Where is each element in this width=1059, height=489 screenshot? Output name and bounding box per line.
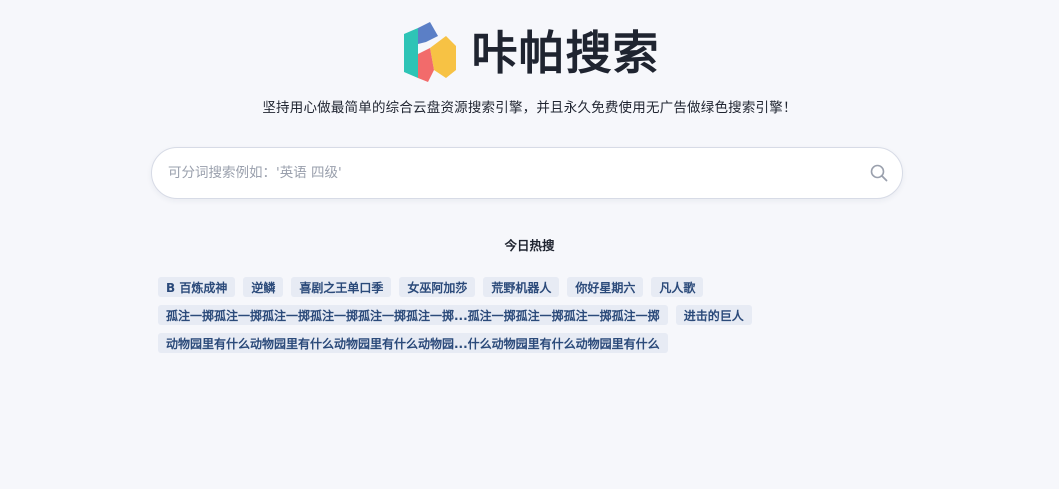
hot-tag[interactable]: 荒野机器人 bbox=[483, 277, 560, 297]
hot-tag[interactable]: 你好星期六 bbox=[567, 277, 644, 297]
hot-tag[interactable]: 进击的巨人 bbox=[675, 305, 752, 325]
hot-search-title: 今日热搜 bbox=[504, 238, 555, 253]
tag-row: 动物园里有什么动物园里有什么动物园里有什么动物园...什么动物园里有什么动物园里… bbox=[158, 333, 902, 353]
brand-title: 咔帕搜索 bbox=[471, 26, 660, 80]
hot-tag[interactable]: B 百炼成神 bbox=[158, 277, 236, 297]
hot-tag[interactable]: 喜剧之王单口季 bbox=[291, 277, 392, 297]
hot-tag[interactable]: 孤注一掷孤注一掷孤注一掷孤注一掷孤注一掷孤注一掷...孤注一掷孤注一掷孤注一掷孤… bbox=[158, 305, 668, 325]
hot-tag[interactable]: 女巫阿加莎 bbox=[399, 277, 476, 297]
tagline: 坚持用心做最简单的综合云盘资源搜索引擎，并且永久免费使用无广告做绿色搜索引擎！ bbox=[262, 100, 797, 116]
kpa-logo-icon bbox=[403, 22, 456, 82]
search-icon bbox=[870, 164, 888, 182]
tag-row: 孤注一掷孤注一掷孤注一掷孤注一掷孤注一掷孤注一掷...孤注一掷孤注一掷孤注一掷孤… bbox=[158, 305, 902, 325]
search-box bbox=[151, 147, 903, 199]
hot-search-tags: B 百炼成神 逆鳞 喜剧之王单口季 女巫阿加莎 荒野机器人 你好星期六 凡人歌 … bbox=[158, 277, 902, 361]
page: 咔帕搜索 坚持用心做最简单的综合云盘资源搜索引擎，并且永久免费使用无广告做绿色搜… bbox=[0, 0, 1059, 489]
hot-tag[interactable]: 逆鳞 bbox=[243, 277, 284, 297]
search-input[interactable] bbox=[152, 148, 856, 198]
brand-logo-link[interactable]: 咔帕搜索 bbox=[400, 18, 660, 86]
hot-tag[interactable]: 凡人歌 bbox=[651, 277, 704, 297]
brand-header: 咔帕搜索 bbox=[0, 18, 1059, 86]
tag-row: B 百炼成神 逆鳞 喜剧之王单口季 女巫阿加莎 荒野机器人 你好星期六 凡人歌 bbox=[158, 277, 902, 297]
search-button[interactable] bbox=[856, 148, 902, 198]
hot-tag[interactable]: 动物园里有什么动物园里有什么动物园里有什么动物园...什么动物园里有什么动物园里… bbox=[158, 333, 668, 353]
